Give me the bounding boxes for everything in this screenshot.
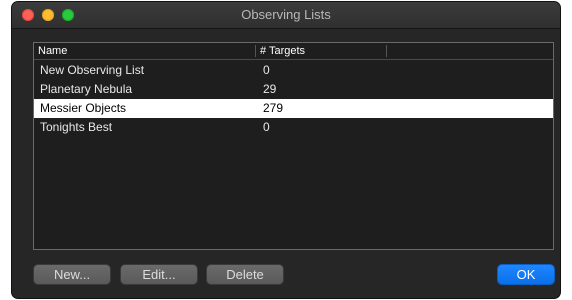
row-targets: 279	[263, 101, 284, 115]
row-targets: 29	[263, 82, 277, 96]
row-targets: 0	[263, 63, 270, 77]
column-divider[interactable]	[386, 45, 387, 57]
row-name: Tonights Best	[40, 120, 113, 134]
window-title: Observing Lists	[241, 7, 331, 22]
table-row[interactable]: New Observing List 0	[34, 61, 553, 80]
row-name: Messier Objects	[40, 101, 127, 115]
row-targets: 0	[263, 120, 270, 134]
table-row-selected[interactable]: Messier Objects 279	[34, 99, 553, 118]
title-bar[interactable]: Observing Lists	[12, 2, 560, 29]
observing-lists-window: Observing Lists Name # Targets New Obser…	[12, 2, 560, 298]
column-divider[interactable]	[255, 45, 256, 57]
ok-button[interactable]: OK	[498, 265, 554, 284]
new-list-button[interactable]: New...	[34, 265, 110, 284]
edit-list-button[interactable]: Edit...	[121, 265, 197, 284]
observing-lists-table[interactable]: Name # Targets New Observing List 0 Plan…	[33, 42, 554, 250]
row-name: Planetary Nebula	[40, 82, 133, 96]
delete-list-button[interactable]: Delete	[207, 265, 283, 284]
column-header-name[interactable]: Name	[38, 43, 67, 59]
table-row[interactable]: Planetary Nebula 29	[34, 80, 553, 99]
row-name: New Observing List	[40, 63, 145, 77]
table-header: Name # Targets	[34, 43, 553, 60]
table-row[interactable]: Tonights Best 0	[34, 118, 553, 137]
column-header-targets[interactable]: # Targets	[260, 43, 305, 59]
